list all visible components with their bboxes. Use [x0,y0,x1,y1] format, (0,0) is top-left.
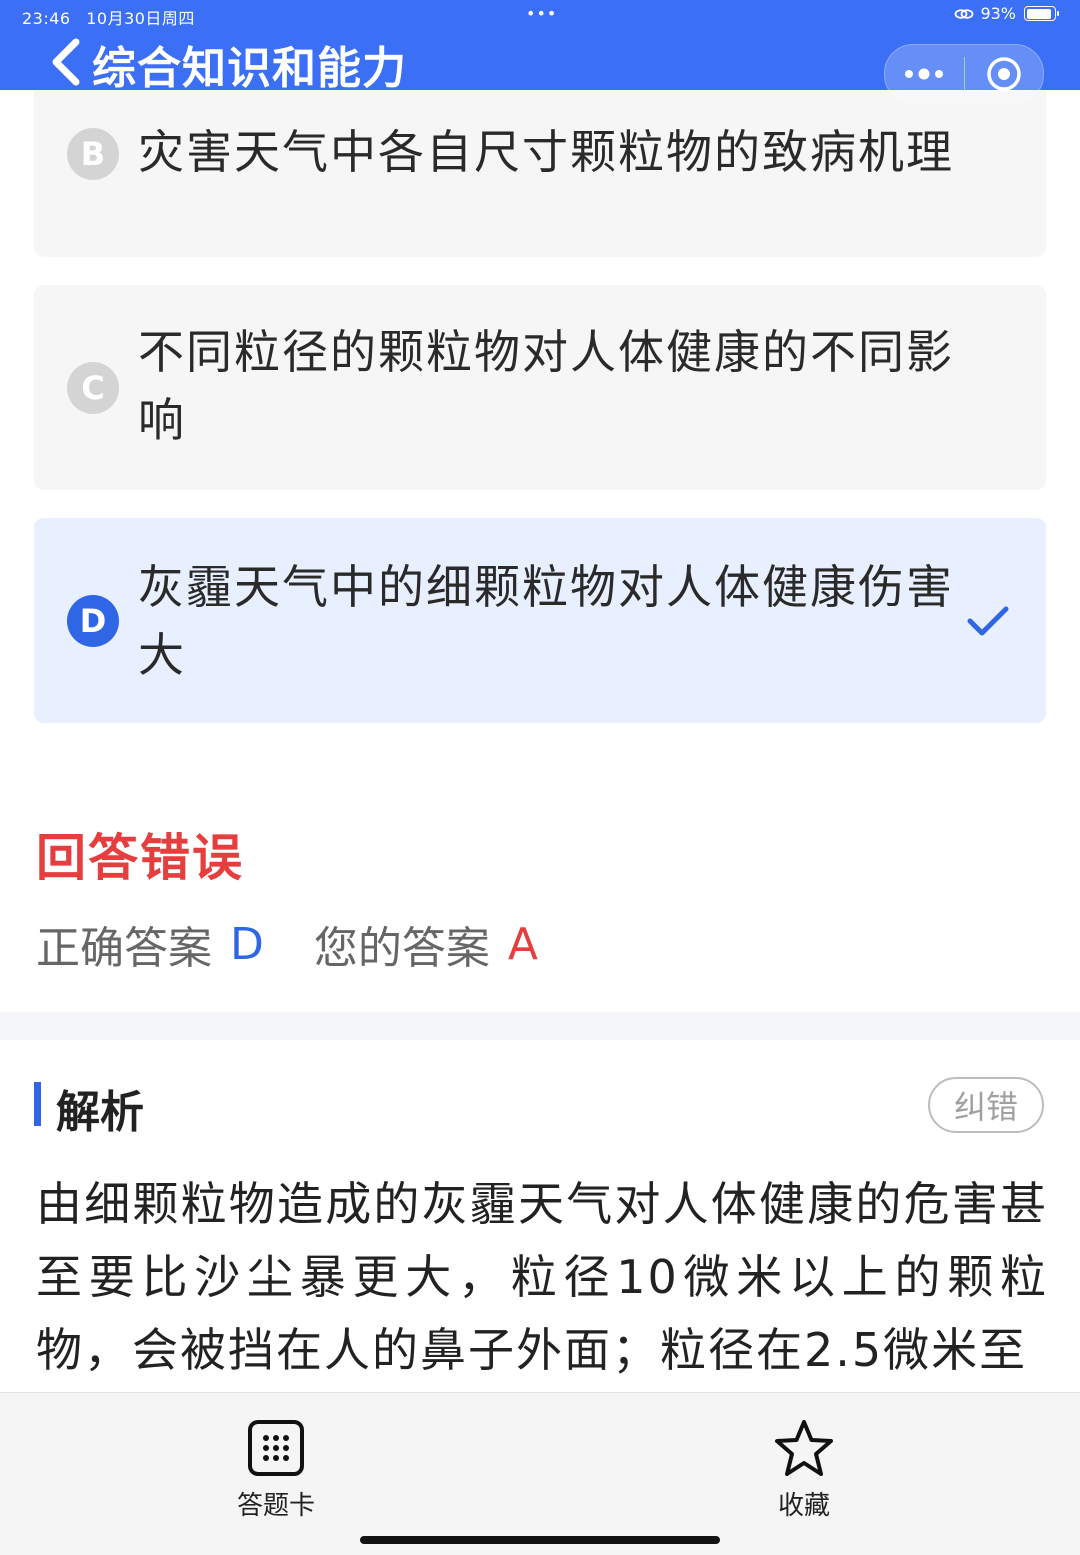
grid-card-icon [248,1420,304,1476]
date: 10月30日周四 [86,9,195,28]
option-letter-badge: C [67,362,119,414]
back-arrow-icon[interactable] [44,34,88,90]
favorite-label: 收藏 [777,1491,830,1521]
option-letter-badge: D [67,595,119,647]
option-text: 灾害天气中各自尺寸颗粒物的致病机理 [138,125,954,179]
home-indicator[interactable] [360,1536,720,1544]
answer-card-tab[interactable]: 答题卡 [196,1419,356,1522]
page-title: 综合知识和能力 [92,43,407,94]
user-answer-value: A [507,918,538,970]
favorite-tab[interactable]: 收藏 [724,1419,884,1522]
more-dots-icon [905,68,944,80]
clock: 23:46 [22,9,71,28]
star-icon [775,1420,833,1476]
option-letter-badge: B [67,128,119,180]
more-button[interactable] [885,45,964,103]
checkmark-icon [967,606,1009,636]
close-mini-program-button[interactable] [965,45,1044,103]
option-d[interactable]: D 灰霾天气中的细颗粒物对人体健康伤害大 [34,518,1046,723]
multitask-dots[interactable]: ••• [526,4,557,23]
link-icon [955,8,974,19]
top-navigation-bar: 23:46 10月30日周四 ••• 93% 综合知识和能力 [0,0,1080,104]
answer-card-label: 答题卡 [236,1491,315,1521]
battery-icon [1024,6,1059,21]
option-c[interactable]: C 不同粒径的颗粒物对人体健康的不同影响 [34,285,1046,490]
bottom-tab-bar: 答题卡 收藏 [0,1392,1080,1555]
correct-answer-value: D [230,918,264,970]
user-answer-label: 您的答案 [313,923,490,974]
status-time: 23:46 10月30日周四 [22,5,195,29]
section-accent-bar [34,1082,41,1126]
target-close-icon [987,57,1021,91]
battery-percent: 93% [980,4,1016,23]
option-text: 不同粒径的颗粒物对人体健康的不同影响 [138,325,954,447]
option-text: 灰霾天气中的细颗粒物对人体健康伤害大 [138,560,954,682]
status-indicators: 93% [954,4,1059,23]
answer-summary: 正确答案 D 您的答案 A [36,912,538,976]
report-error-button[interactable]: 纠错 [928,1077,1044,1133]
correct-answer-label: 正确答案 [36,923,212,974]
analysis-title: 解析 [56,1087,144,1138]
analysis-text: 由细颗粒物造成的灰霾天气对人体健康的危害甚至要比沙尘暴更大，粒径10微米以上的颗… [36,1177,1048,1377]
answer-result-title: 回答错误 [36,829,244,887]
section-divider [0,1012,1080,1040]
mini-program-capsule [884,44,1044,104]
